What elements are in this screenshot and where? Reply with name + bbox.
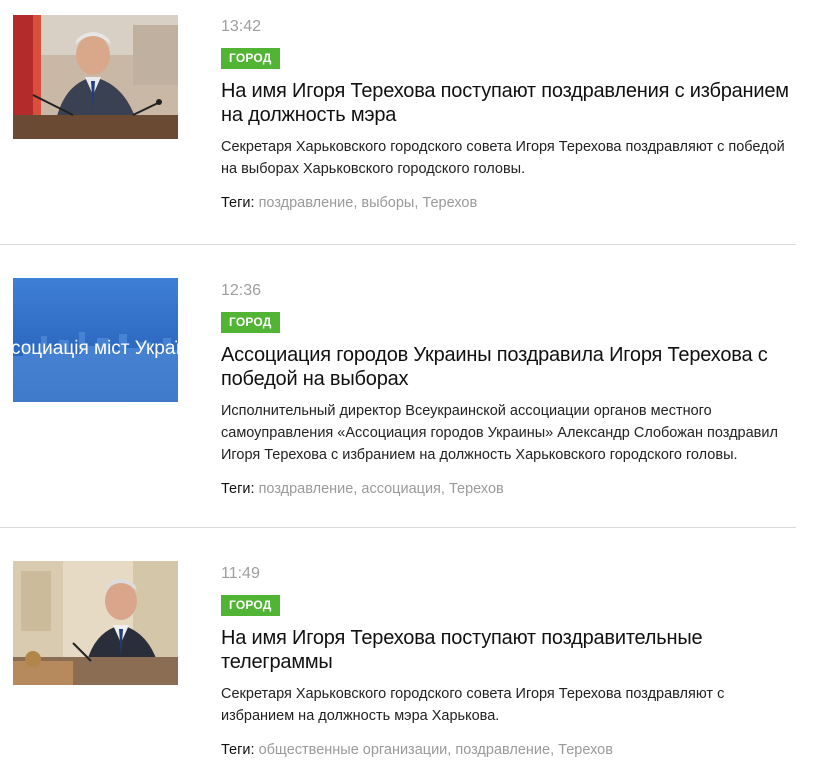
tag-link[interactable]: Терехов: [449, 481, 504, 497]
article-tags: Теги: поздравление, выборы, Терехов: [221, 195, 478, 211]
tags-label: Теги:: [221, 742, 255, 758]
news-item: социація міст Украї 12:36 ГОРОД Ассоциац…: [0, 245, 796, 528]
man-at-desk-photo: [13, 561, 178, 685]
tag-link[interactable]: ассоциация: [361, 481, 441, 497]
article-content: 12:36 ГОРОД Ассоциация городов Украины п…: [221, 281, 796, 499]
news-item: 13:42 ГОРОД На имя Игоря Терехова поступ…: [0, 0, 796, 245]
article-tags: Теги: поздравление, ассоциация, Терехов: [221, 481, 504, 497]
article-description: Секретаря Харьковского городского совета…: [221, 139, 785, 177]
article-title[interactable]: Ассоциация городов Украины поздравила Иг…: [221, 343, 796, 391]
tag-link[interactable]: общественные организации: [259, 742, 448, 758]
category-badge[interactable]: ГОРОД: [221, 48, 280, 69]
article-time: 13:42: [221, 18, 262, 35]
article-thumbnail[interactable]: [13, 15, 178, 139]
tag-link[interactable]: выборы: [361, 195, 414, 211]
tag-link[interactable]: поздравление: [455, 742, 550, 758]
article-description: Секретаря Харьковского городского совета…: [221, 686, 725, 724]
category-badge[interactable]: ГОРОД: [221, 595, 280, 616]
association-logo-banner: социація міст Украї: [13, 278, 178, 402]
tag-link[interactable]: поздравление: [259, 195, 354, 211]
article-thumbnail[interactable]: [13, 561, 178, 685]
news-item: 11:49 ГОРОД На имя Игоря Терехова поступ…: [0, 528, 796, 768]
article-title[interactable]: На имя Игоря Терехова поступают поздрави…: [221, 626, 796, 674]
tag-link[interactable]: Терехов: [558, 742, 613, 758]
article-content: 13:42 ГОРОД На имя Игоря Терехова поступ…: [221, 17, 796, 213]
tag-link[interactable]: поздравление: [259, 481, 354, 497]
article-content: 11:49 ГОРОД На имя Игоря Терехова поступ…: [221, 564, 796, 760]
man-at-microphone-photo: [13, 15, 178, 139]
article-time: 12:36: [221, 282, 262, 299]
article-title[interactable]: На имя Игоря Терехова поступают поздравл…: [221, 79, 796, 127]
category-badge[interactable]: ГОРОД: [221, 312, 280, 333]
article-description: Исполнительный директор Всеукраинской ас…: [221, 403, 778, 463]
article-thumbnail[interactable]: социація міст Украї: [13, 278, 178, 402]
tag-link[interactable]: Терехов: [422, 195, 477, 211]
banner-text: социація міст Украї: [13, 338, 178, 359]
article-time: 11:49: [221, 565, 260, 582]
tags-label: Теги:: [221, 481, 255, 497]
article-tags: Теги: общественные организации, поздравл…: [221, 742, 613, 758]
tags-label: Теги:: [221, 195, 255, 211]
news-feed: 13:42 ГОРОД На имя Игоря Терехова поступ…: [0, 0, 815, 768]
